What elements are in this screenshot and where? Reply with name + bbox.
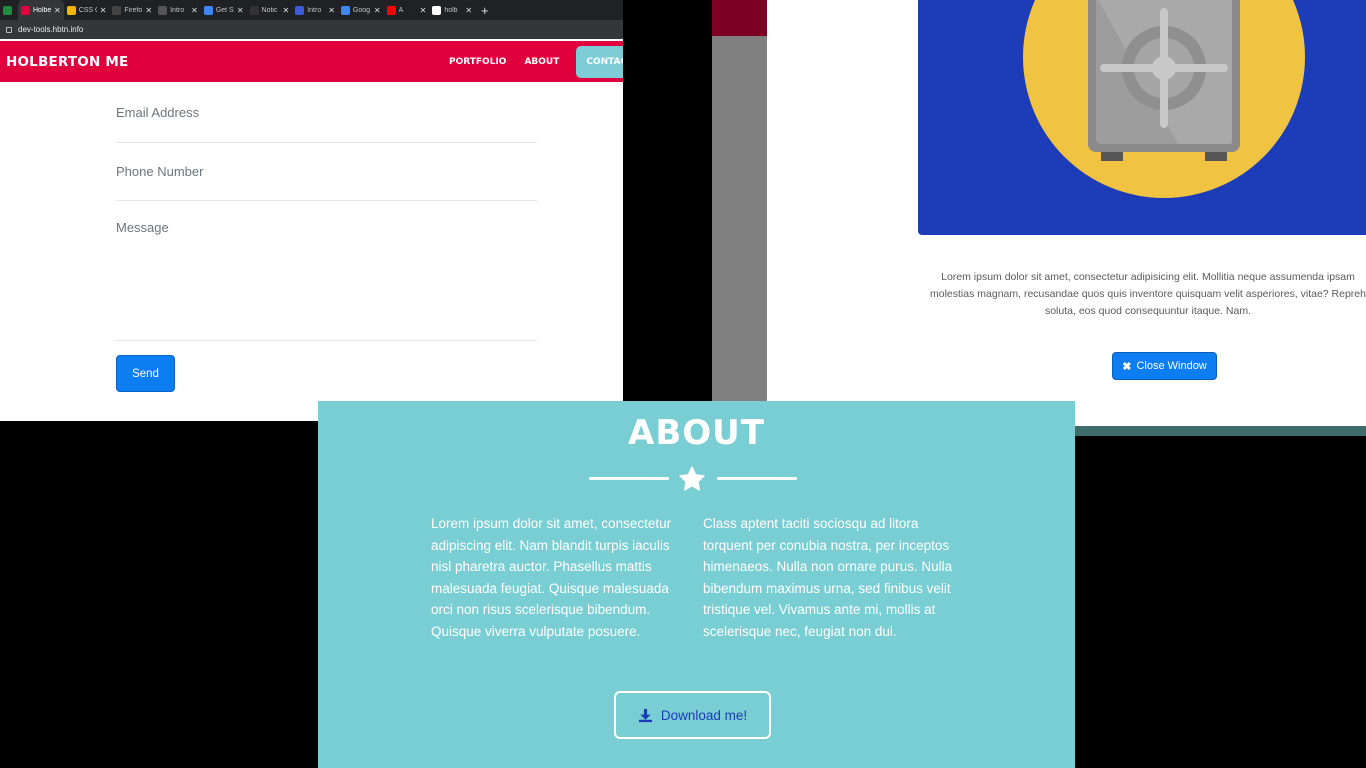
tab-favicon-icon	[203, 5, 213, 15]
tab-label: Get St	[215, 6, 234, 14]
browser-tab[interactable]: holb ✕	[429, 0, 475, 20]
browser-tab[interactable]: A ✕	[384, 0, 430, 20]
nav-portfolio[interactable]: PORTFOLIO	[449, 57, 506, 67]
browser-tab[interactable]: Holberton✕	[18, 0, 64, 20]
site-brand[interactable]: HOLBERTON ME	[6, 54, 128, 70]
download-button[interactable]: Download me!	[614, 691, 771, 739]
browser-tab[interactable]: Intro ✕	[292, 0, 338, 20]
message-field[interactable]: Message	[116, 220, 537, 341]
tab-favicon-icon	[66, 5, 76, 15]
about-title: ABOUT	[628, 413, 765, 453]
tab-close-icon[interactable]: ✕	[191, 6, 198, 15]
about-column-right: Class aptent taciti sociosqu ad litora t…	[703, 516, 953, 639]
tab-label: Holberton	[33, 6, 51, 14]
modal-description: Lorem ipsum dolor sit amet, consectetur …	[918, 269, 1366, 320]
star-icon	[679, 466, 705, 491]
modal-text-line: soluta, eos quod consequuntur itaque. Na…	[1044, 305, 1252, 317]
tab-label: A	[398, 6, 404, 14]
nav-about[interactable]: ABOUT	[524, 57, 559, 67]
close-window-button[interactable]: ✖ Close Window	[1112, 352, 1217, 380]
nav-links: PORTFOLIO ABOUT CONTACT	[440, 41, 623, 82]
new-tab-button[interactable]: +	[481, 3, 489, 18]
tab-close-icon[interactable]: ✕	[237, 6, 244, 15]
browser-tab[interactable]: Get St ✕	[201, 0, 247, 20]
browser-window-contact: Holberton✕CSS C✕Firefox✕Intro✕Get St✕Not…	[0, 0, 623, 421]
tab-label: Goog	[352, 6, 371, 14]
tab-favicon-icon	[340, 5, 350, 15]
email-placeholder: Email Address	[116, 105, 200, 120]
close-window-label: Close Window	[1136, 360, 1207, 372]
tab-close-icon[interactable]: ✕	[145, 6, 152, 15]
portfolio-modal: Lorem ipsum dolor sit amet, consectetur …	[767, 0, 1366, 426]
tab-label: Intro	[170, 6, 185, 14]
phone-placeholder: Phone Number	[116, 164, 204, 179]
tab-close-icon[interactable]: ✕	[420, 6, 427, 15]
browser-window-modal: Lorem ipsum dolor sit amet, consectetur …	[712, 0, 1366, 436]
modal-backdrop[interactable]	[712, 36, 767, 436]
tab-favicon-icon	[112, 5, 122, 15]
divider-line-right	[717, 477, 797, 480]
tab-close-icon[interactable]: ✕	[465, 6, 472, 15]
send-button[interactable]: Send	[116, 355, 175, 392]
message-placeholder: Message	[116, 220, 169, 235]
tab-favicon-icon	[386, 5, 396, 15]
address-bar[interactable]: dev-tools.hbtn.info	[0, 20, 623, 39]
email-field[interactable]: Email Address	[116, 105, 537, 143]
download-label: Download me!	[660, 707, 748, 723]
browser-tab[interactable]	[0, 0, 18, 20]
tab-label: Notic	[261, 6, 278, 14]
tab-label: CSS C	[78, 6, 97, 14]
browser-tab[interactable]: Notic ✕	[247, 0, 293, 20]
backdrop-navbar	[712, 0, 767, 36]
phone-field[interactable]: Phone Number	[116, 164, 537, 201]
tab-close-icon[interactable]: ✕	[328, 6, 335, 15]
tab-favicon-icon	[432, 5, 442, 15]
browser-tab[interactable]: Intro ✕	[155, 0, 201, 20]
tab-favicon-icon	[158, 5, 168, 15]
close-icon: ✖	[1122, 360, 1132, 373]
tab-favicon-icon	[21, 5, 30, 15]
divider-line-left	[589, 477, 669, 480]
site-navbar: HOLBERTON ME PORTFOLIO ABOUT CONTACT	[0, 41, 623, 82]
modal-image	[918, 0, 1366, 235]
browser-tab-bar: Holberton✕CSS C✕Firefox✕Intro✕Get St✕Not…	[0, 0, 623, 20]
about-section: ABOUT Lorem ipsum dolor sit amet, consec…	[318, 401, 1075, 768]
modal-text-line: molestias magnam, recusandae quos quis i…	[930, 288, 1366, 300]
browser-tab[interactable]: Firefox✕	[109, 0, 155, 20]
browser-tab[interactable]: Goog ✕	[338, 0, 384, 20]
tab-label: Firefox	[124, 6, 143, 14]
tab-close-icon[interactable]: ✕	[283, 6, 290, 15]
tab-favicon-icon	[295, 5, 305, 15]
nav-contact[interactable]: CONTACT	[576, 45, 623, 78]
tab-close-icon[interactable]: ✕	[100, 6, 107, 15]
tab-favicon-icon	[3, 5, 12, 15]
tab-close-icon[interactable]: ✕	[374, 6, 381, 15]
tab-label: holb	[444, 6, 458, 14]
url-text[interactable]: dev-tools.hbtn.info	[18, 25, 83, 34]
lock-icon	[6, 26, 12, 33]
tab-label: Intro	[307, 6, 322, 14]
safe-illustration	[1023, 0, 1305, 198]
tab-close-icon[interactable]: ✕	[54, 6, 61, 15]
about-column-left: Lorem ipsum dolor sit amet, consectetur …	[431, 516, 672, 639]
tab-favicon-icon	[249, 5, 259, 15]
modal-text-line: Lorem ipsum dolor sit amet, consectetur …	[941, 271, 1355, 283]
download-icon	[638, 708, 652, 722]
browser-tab[interactable]: CSS C✕	[64, 0, 110, 20]
